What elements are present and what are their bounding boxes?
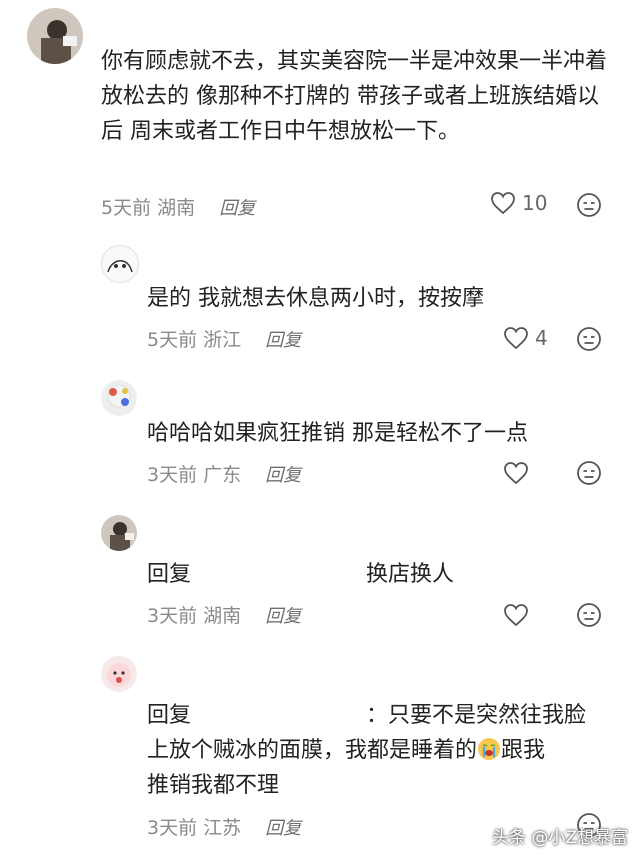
like-count: 10 [522,191,548,215]
heart-outline-icon [504,604,528,627]
like-button[interactable]: 4 [503,326,548,350]
avatar[interactable] [101,380,137,416]
comment-time: 3天前 [147,605,198,627]
like-count: 4 [535,326,548,350]
reply-prefix: 回复 [147,703,192,728]
comment-time: 3天前 [147,464,198,486]
avatar[interactable] [27,8,83,64]
comment-text: 你有顾虑就不去，其实美容院一半是冲效果一半冲着放松去的 像那种不打牌的 带孩子或… [101,49,608,144]
comment-time: 3天前 [147,817,198,839]
reply-button[interactable]: 回复 [265,606,301,627]
heart-outline-icon [504,327,528,350]
dislike-face-icon[interactable] [576,602,602,628]
avatar[interactable] [101,245,139,283]
comment-meta: 5天前 浙江 回复 [147,325,301,352]
comment-location: 江苏 [203,817,242,839]
heart-outline-icon [504,462,528,485]
comment-text: 回复 ：只要不是突然往我脸 上放个贼冰的面膜，我都是睡着的 跟我 推销我都不理 [147,698,617,803]
reply-text: 只要不是突然往我脸 [388,703,587,728]
reply-text: 上放个贼冰的面膜，我都是睡着的 [147,738,478,763]
avatar[interactable] [101,515,137,551]
comment-meta: 3天前 广东 回复 [147,460,301,487]
dislike-face-icon[interactable] [576,460,602,486]
comment-text: 是的 我就想去休息两小时，按按摩 [147,286,484,311]
heart-outline-icon [491,192,515,215]
comment-text: 哈哈哈如果疯狂推销 那是轻松不了一点 [147,421,528,446]
comment-text: 回复 换店换人 [147,557,607,592]
dislike-face-icon[interactable] [576,192,602,218]
reply-prefix: 回复 [147,562,192,587]
comment-time: 5天前 [101,197,152,219]
comment-location: 浙江 [203,329,242,351]
like-button[interactable] [503,603,529,627]
comment-location: 湖南 [203,605,242,627]
crying-face-emoji [478,738,501,760]
comment-location: 广东 [203,464,242,486]
reply-button[interactable]: 回复 [265,465,301,486]
like-button[interactable]: 10 [490,191,547,215]
comment-meta: 3天前 湖南 回复 [147,601,301,628]
reply-button[interactable]: 回复 [265,818,301,839]
reply-button[interactable]: 回复 [265,330,301,351]
reply-text: 跟我 [501,738,546,763]
comment-time: 5天前 [147,329,198,351]
comment-meta: 5天前 湖南 回复 [101,193,255,220]
avatar[interactable] [101,656,137,692]
reply-text: 推销我都不理 [147,773,280,798]
reply-text: 换店换人 [366,562,455,587]
reply-separator: ： [366,703,389,728]
dislike-face-icon[interactable] [576,326,602,352]
like-button[interactable] [503,461,529,485]
comment-meta: 3天前 江苏 回复 [147,813,301,840]
comment-location: 湖南 [157,197,196,219]
reply-button[interactable]: 回复 [219,198,255,219]
watermark: 头条 @小Z想暴富 [491,828,628,848]
